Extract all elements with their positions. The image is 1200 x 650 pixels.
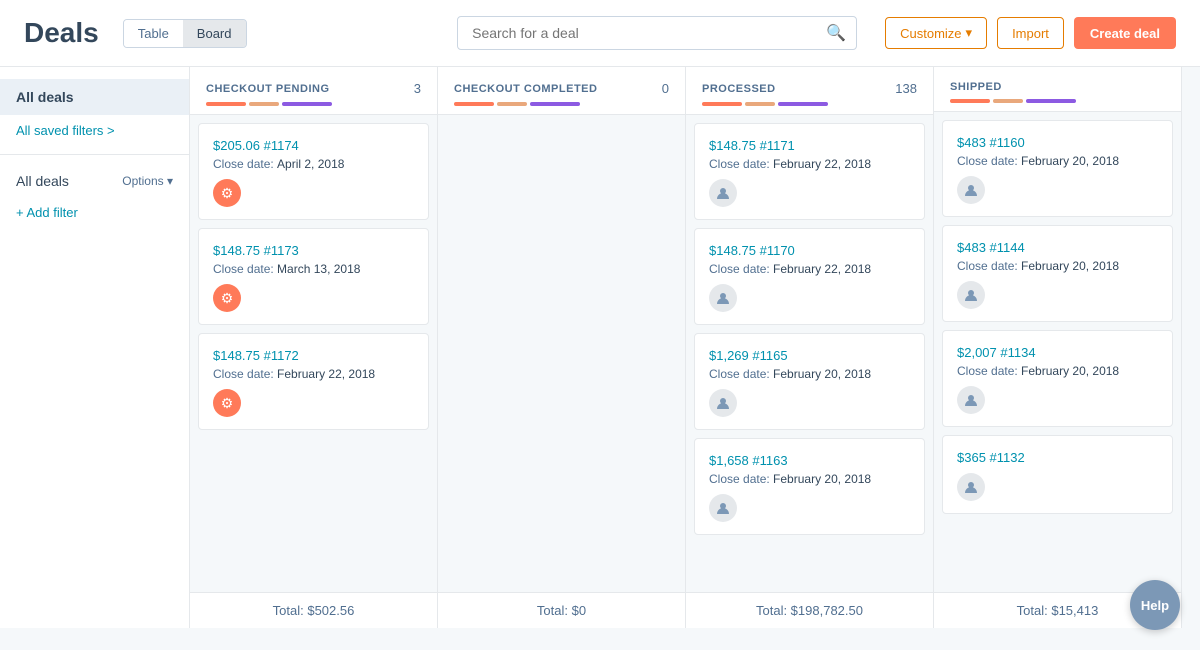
create-deal-button[interactable]: Create deal <box>1074 17 1176 49</box>
card-date: Close date: February 20, 2018 <box>957 364 1158 378</box>
color-bar <box>206 102 246 106</box>
sidebar-deals-label: All deals <box>16 173 69 189</box>
sidebar-saved-filters[interactable]: All saved filters > <box>0 115 189 146</box>
chevron-down-icon: ▾ <box>966 25 973 41</box>
color-bar <box>282 102 332 106</box>
card-title: $483 #1160 <box>957 135 1158 150</box>
column-count-checkout-completed: 0 <box>662 81 669 96</box>
help-button[interactable]: Help <box>1130 580 1180 630</box>
column-title-processed: PROCESSED <box>702 83 776 95</box>
card-avatar <box>709 494 737 522</box>
card-title: $205.06 #1174 <box>213 138 414 153</box>
card-avatar: ⚙ <box>213 179 241 207</box>
color-bar <box>778 102 828 106</box>
card-date: Close date: February 22, 2018 <box>213 367 414 381</box>
board: CHECKOUT PENDING 3 $205.06 #1174 Close date… <box>190 67 1200 628</box>
deal-card[interactable]: $148.75 #1170 Close date: February 22, 20… <box>694 228 925 325</box>
column-count-processed: 138 <box>895 81 917 96</box>
search-icon: 🔍 <box>826 23 846 43</box>
color-bar <box>745 102 775 106</box>
column-footer-checkout-completed: Total: $0 <box>438 592 685 628</box>
card-date: Close date: February 22, 2018 <box>709 262 910 276</box>
card-title: $483 #1144 <box>957 240 1158 255</box>
search-bar: 🔍 <box>457 16 857 50</box>
table-view-button[interactable]: Table <box>124 20 183 47</box>
deal-card[interactable]: $148.75 #1172 Close date: February 22, 20… <box>198 333 429 430</box>
card-title: $148.75 #1173 <box>213 243 414 258</box>
deal-card[interactable]: $148.75 #1171 Close date: February 22, 20… <box>694 123 925 220</box>
card-avatar <box>957 176 985 204</box>
card-avatar <box>957 281 985 309</box>
card-date: Close date: February 20, 2018 <box>957 154 1158 168</box>
column-footer-checkout-pending: Total: $502.56 <box>190 592 437 628</box>
card-date: Close date: February 20, 2018 <box>709 472 910 486</box>
card-avatar <box>709 389 737 417</box>
column-cards-processed: $148.75 #1171 Close date: February 22, 20… <box>686 115 933 592</box>
card-title: $365 #1132 <box>957 450 1158 465</box>
card-date: Close date: March 13, 2018 <box>213 262 414 276</box>
deal-card[interactable]: $205.06 #1174 Close date: April 2, 2018 ⚙ <box>198 123 429 220</box>
card-title: $148.75 #1170 <box>709 243 910 258</box>
options-button[interactable]: Options ▾ <box>122 174 173 188</box>
card-avatar <box>709 179 737 207</box>
color-bar <box>702 102 742 106</box>
deal-card[interactable]: $365 #1132 <box>942 435 1173 514</box>
card-avatar <box>957 473 985 501</box>
color-bar <box>950 99 990 103</box>
header-actions: Customize ▾ Import Create deal <box>885 17 1176 49</box>
deal-card[interactable]: $483 #1160 Close date: February 20, 2018 <box>942 120 1173 217</box>
add-filter-button[interactable]: + Add filter <box>0 199 189 226</box>
color-bar <box>530 102 580 106</box>
column-cards-checkout-pending: $205.06 #1174Close date: April 2, 2018⚙$… <box>190 115 437 592</box>
deal-card[interactable]: $483 #1144 Close date: February 20, 2018 <box>942 225 1173 322</box>
color-bar <box>1026 99 1076 103</box>
column-shipped: SHIPPED $483 #1160 Close date: February 20… <box>934 67 1182 628</box>
sidebar: All deals All saved filters > All deals … <box>0 67 190 628</box>
color-bar <box>993 99 1023 103</box>
card-title: $1,269 #1165 <box>709 348 910 363</box>
card-date: Close date: April 2, 2018 <box>213 157 414 171</box>
deal-card[interactable]: $1,658 #1163 Close date: February 20, 201… <box>694 438 925 535</box>
card-avatar <box>957 386 985 414</box>
card-date: Close date: February 20, 2018 <box>709 367 910 381</box>
deal-card[interactable]: $148.75 #1173 Close date: March 13, 2018 ⚙ <box>198 228 429 325</box>
color-bar <box>249 102 279 106</box>
column-title-checkout-completed: CHECKOUT COMPLETED <box>454 83 597 95</box>
customize-button[interactable]: Customize ▾ <box>885 17 987 49</box>
column-checkout-pending: CHECKOUT PENDING 3 $205.06 #1174 Close date… <box>190 67 438 628</box>
card-title: $148.75 #1172 <box>213 348 414 363</box>
column-checkout-completed: CHECKOUT COMPLETED 0 Total: $0 <box>438 67 686 628</box>
sidebar-deals-row: All deals Options ▾ <box>0 163 189 199</box>
page-title: Deals <box>24 17 99 49</box>
column-processed: PROCESSED 138 $148.75 #1171 Close date: Feb… <box>686 67 934 628</box>
board-view-button[interactable]: Board <box>183 20 246 47</box>
card-title: $148.75 #1171 <box>709 138 910 153</box>
card-date: Close date: February 22, 2018 <box>709 157 910 171</box>
sidebar-item-all-deals[interactable]: All deals <box>0 79 189 115</box>
deal-card[interactable]: $2,007 #1134 Close date: February 20, 201… <box>942 330 1173 427</box>
color-bar <box>454 102 494 106</box>
deal-card[interactable]: $1,269 #1165 Close date: February 20, 201… <box>694 333 925 430</box>
card-avatar: ⚙ <box>213 389 241 417</box>
card-avatar <box>709 284 737 312</box>
card-date: Close date: February 20, 2018 <box>957 259 1158 273</box>
search-input[interactable] <box>468 17 826 49</box>
card-avatar: ⚙ <box>213 284 241 312</box>
card-title: $2,007 #1134 <box>957 345 1158 360</box>
import-button[interactable]: Import <box>997 17 1064 49</box>
color-bar <box>497 102 527 106</box>
column-cards-shipped: $483 #1160Close date: February 20, 2018$… <box>934 112 1181 592</box>
sidebar-divider <box>0 154 189 155</box>
column-cards-checkout-completed <box>438 115 685 592</box>
column-title-checkout-pending: CHECKOUT PENDING <box>206 83 330 95</box>
view-toggle: Table Board <box>123 19 247 48</box>
card-title: $1,658 #1163 <box>709 453 910 468</box>
column-title-shipped: SHIPPED <box>950 81 1002 93</box>
column-footer-processed: Total: $198,782.50 <box>686 592 933 628</box>
column-count-checkout-pending: 3 <box>414 81 421 96</box>
